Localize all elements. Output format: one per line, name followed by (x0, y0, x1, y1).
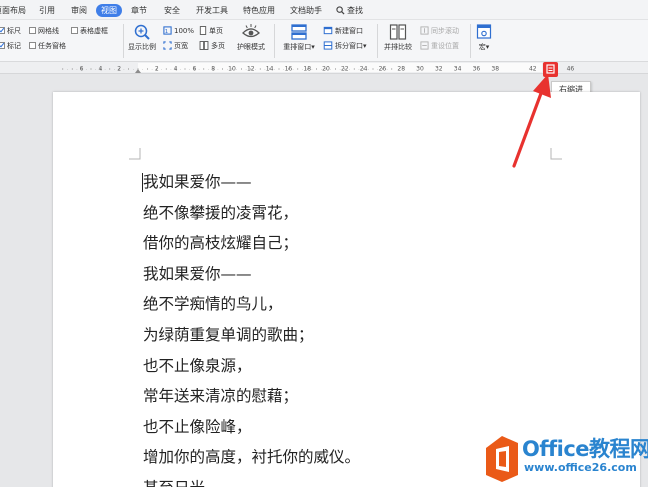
gridlines-checkbox[interactable]: 网格线 (29, 26, 59, 36)
ruler-label: 22 (341, 66, 349, 73)
zoom-100-button[interactable]: 1 100% (163, 26, 194, 37)
ruler-label: 26 (379, 66, 387, 73)
paragraph-line: 我如果爱你—— (143, 173, 252, 191)
ruler-label: 32 (435, 66, 443, 73)
search-label: 查找 (347, 6, 363, 15)
annotation-arrow-icon (512, 74, 551, 168)
ruler-label: 20 (322, 66, 330, 73)
ruler-label: 24 (360, 66, 368, 73)
paragraph-line: 我如果爱你—— (143, 264, 252, 283)
ribbon-divider (274, 24, 275, 58)
ruler-label: 6 (192, 66, 196, 73)
tab-sections[interactable]: 章节 (131, 4, 147, 17)
document-body[interactable]: 我如果爱你—— 绝不像攀援的凌霄花， 借你的高枝炫耀自己； 我如果爱你—— 绝不… (143, 167, 360, 487)
ruler-label: 16 (285, 66, 293, 73)
tab-developer[interactable]: 开发工具 (196, 4, 228, 17)
office-logo-icon (486, 436, 518, 482)
tab-references[interactable]: 引用 (39, 4, 55, 17)
paragraph-line: 甚至日光 (143, 473, 360, 487)
zoom-100-icon: 1 (163, 26, 172, 35)
eye-mode-button[interactable]: 护眼模式 (232, 23, 270, 52)
paragraph-line: 绝不像攀援的凌霄花， (143, 203, 299, 222)
page-width-icon (163, 41, 172, 50)
reset-position-icon (420, 41, 429, 50)
tab-review[interactable]: 审阅 (71, 4, 87, 17)
ruler-label: 8 (211, 66, 215, 73)
reset-position-button[interactable]: 重设位置 (420, 41, 459, 52)
ruler-label: 34 (454, 66, 462, 73)
ruler-label: 28 (397, 66, 405, 73)
ruler-label: 4 (174, 66, 178, 73)
chevron-down-icon: ▾ (485, 43, 490, 51)
tab-doc-assistant[interactable]: 文档助手 (290, 4, 322, 17)
ruler-label: 14 (266, 66, 274, 73)
left-indent-marker (135, 69, 141, 73)
ruler-label: 30 (416, 66, 424, 73)
paragraph-line: 增加你的高度，衬托你的威仪。 (143, 448, 361, 467)
svg-text:1: 1 (165, 29, 168, 35)
chevron-down-icon: ▾ (363, 42, 367, 50)
new-window-button[interactable]: 新建窗口 (323, 26, 363, 37)
sync-scroll-button[interactable]: 同步滚动 (420, 26, 459, 37)
macro-icon (476, 24, 492, 39)
task-pane-checkbox[interactable]: 任务窗格 (29, 41, 66, 51)
ruler-label: 10 (228, 66, 236, 73)
ruler-label: 36 (473, 66, 481, 73)
ruler-label: 4 (98, 66, 102, 73)
eye-icon (242, 24, 260, 38)
ruler-label: 18 (303, 66, 311, 73)
marks-checkbox[interactable]: 标记 (0, 41, 21, 51)
ribbon-divider (377, 24, 378, 58)
search-tab[interactable]: 查找 (336, 4, 363, 17)
paragraph-line: 为绿荫重复单调的歌曲； (143, 325, 314, 344)
chevron-down-icon: ▾ (311, 43, 315, 51)
tab-security[interactable]: 安全 (164, 4, 180, 17)
ruler-label: 2 (155, 66, 159, 73)
table-gridlines-checkbox[interactable]: 表格虚框 (71, 26, 108, 36)
paragraph-line: 也不止像险峰， (143, 417, 252, 436)
watermark-title: Office教程网 (522, 437, 648, 461)
display-ratio-button[interactable]: 显示比例 (124, 23, 160, 52)
margin-corner-top-left (129, 148, 141, 160)
paragraph-line: 常年送来清凉的慰藉； (143, 387, 299, 406)
ruler-label: 6 (80, 66, 84, 73)
search-icon (336, 6, 345, 15)
side-by-side-icon (389, 24, 407, 40)
single-page-button[interactable]: 单页 (199, 26, 223, 37)
ruler-checkbox[interactable]: 标尺 (0, 26, 21, 36)
ruler-label: 2 (117, 66, 121, 73)
watermark-url: www.office26.com (524, 461, 637, 474)
single-page-icon (199, 26, 207, 35)
paragraph-line: 借你的高枝炫耀自己； (143, 234, 299, 253)
multi-page-icon (199, 41, 209, 50)
rearrange-window-icon (291, 24, 307, 40)
tab-view[interactable]: 视图 (96, 4, 122, 17)
tab-special-apps[interactable]: 特色应用 (243, 4, 275, 17)
macro-button[interactable]: 宏▾ (473, 23, 495, 52)
ruler-label: 46 (567, 66, 575, 73)
ribbon-view: 标尺 网格线 表格虚框 标记 任务窗格 显示比例 1 100% 页宽 单页 多页 … (0, 20, 648, 62)
new-window-icon (323, 26, 333, 35)
paragraph-line: 也不止像泉源， (143, 356, 252, 375)
menu-bar: 页面布局 引用 审阅 视图 章节 安全 开发工具 特色应用 文档助手 查找 (0, 0, 648, 20)
split-window-icon (323, 41, 333, 50)
watermark-logo: Office教程网 www.office26.com (482, 432, 648, 487)
split-window-button[interactable]: 拆分窗口▾ (323, 41, 367, 52)
tab-page-layout[interactable]: 页面布局 (0, 4, 26, 17)
side-by-side-button[interactable]: 并排比较 (380, 23, 416, 52)
ruler-label: 38 (491, 66, 499, 73)
sync-scroll-icon (420, 26, 429, 35)
ribbon-divider (470, 24, 471, 58)
rearrange-window-button[interactable]: 重排窗口▾ (277, 23, 321, 52)
page-width-button[interactable]: 页宽 (163, 41, 188, 52)
ruler-label: 12 (247, 66, 255, 73)
magnifier-icon (134, 24, 150, 40)
paragraph-line: 绝不学痴情的鸟儿， (143, 295, 283, 314)
multi-page-button[interactable]: 多页 (199, 41, 225, 52)
